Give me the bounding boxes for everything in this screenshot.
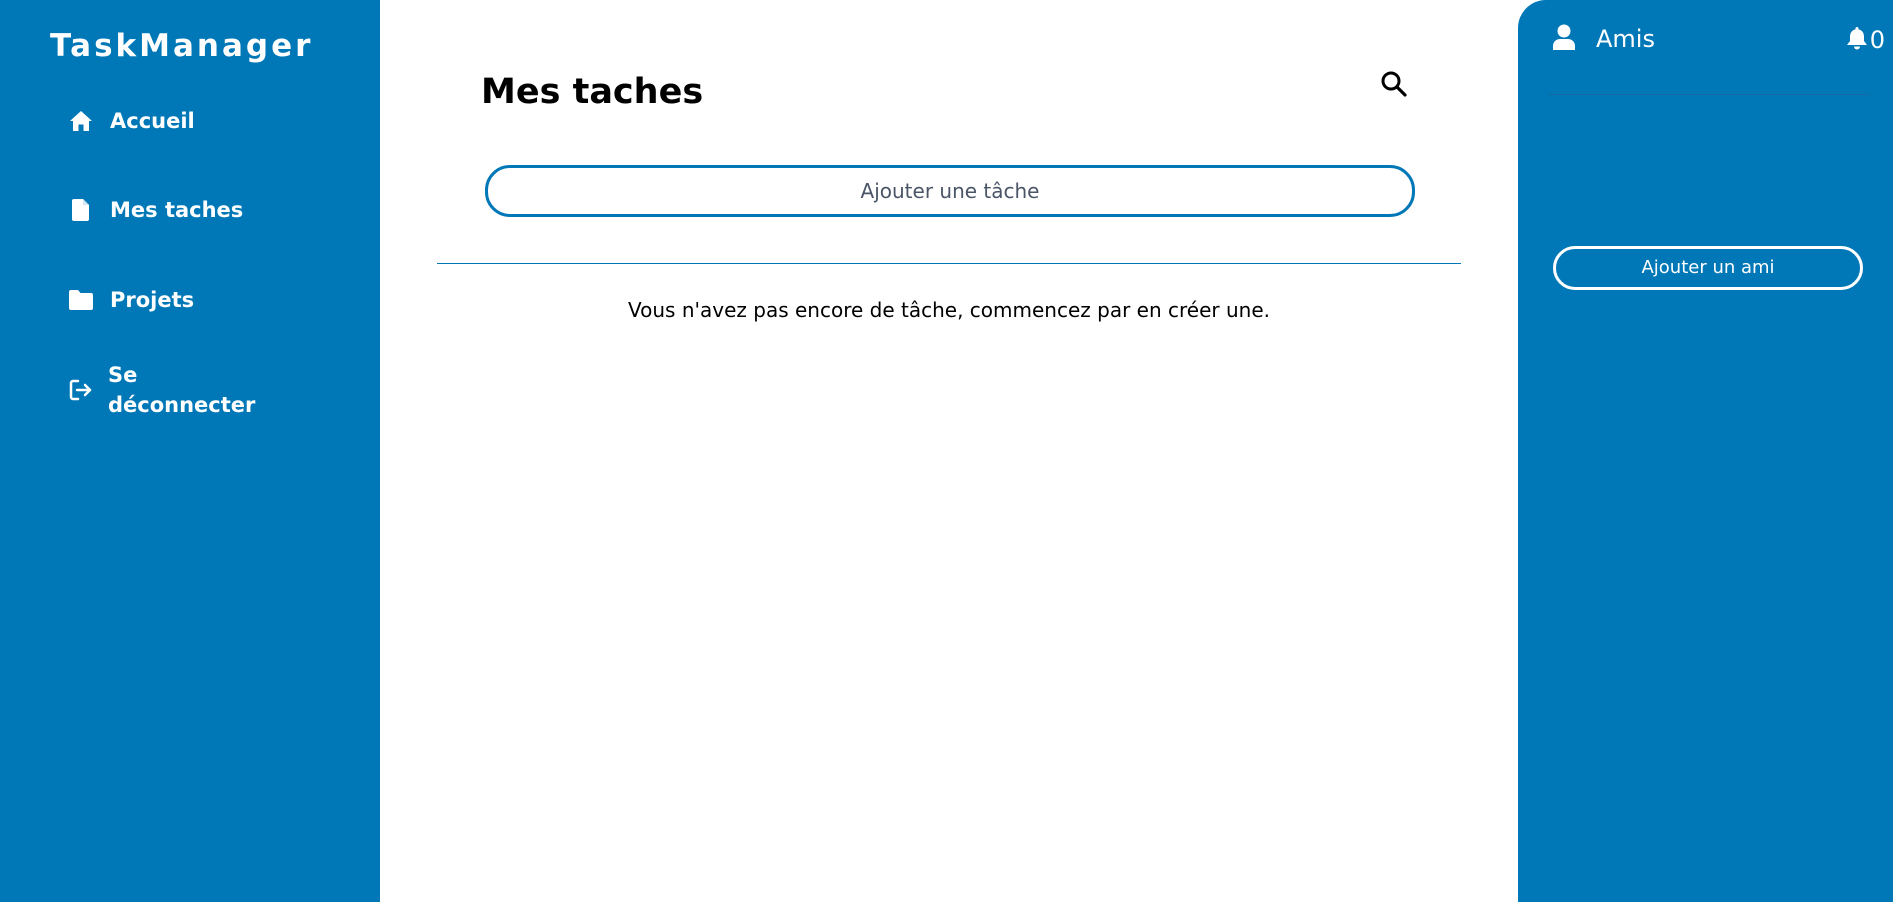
- search-button[interactable]: [1378, 70, 1410, 102]
- file-icon: [68, 197, 94, 223]
- add-task-button[interactable]: Ajouter une tâche: [485, 165, 1415, 217]
- page-title: Mes taches: [481, 72, 704, 112]
- sidebar-item-label: Projets: [110, 288, 195, 312]
- sidebar-item-mes-taches[interactable]: Mes taches: [68, 195, 243, 225]
- sidebar-item-label: Mes taches: [110, 198, 244, 222]
- user-icon: [1552, 24, 1576, 54]
- panel-divider: [1548, 94, 1870, 95]
- notifications-button[interactable]: 0: [1846, 26, 1885, 54]
- sidebar-item-accueil[interactable]: Accueil: [68, 106, 195, 136]
- divider: [437, 263, 1461, 264]
- sidebar: TaskManager Accueil Mes taches Projets S…: [0, 0, 380, 902]
- add-friend-button[interactable]: Ajouter un ami: [1553, 246, 1863, 290]
- sidebar-item-projets[interactable]: Projets: [68, 285, 194, 315]
- empty-state-message: Vous n'avez pas encore de tâche, commenc…: [628, 298, 1270, 322]
- friends-panel: Amis 0 Ajouter un ami: [1518, 0, 1893, 902]
- folder-icon: [68, 287, 94, 313]
- brand-logo[interactable]: TaskManager: [50, 28, 313, 64]
- home-icon: [68, 108, 94, 134]
- friends-title: Amis: [1596, 25, 1655, 53]
- notification-count: 0: [1869, 26, 1885, 54]
- sidebar-item-label: Se déconnecter: [108, 363, 256, 417]
- sidebar-item-label: Accueil: [110, 109, 195, 133]
- bell-icon: [1846, 26, 1868, 54]
- app-root: TaskManager Accueil Mes taches Projets S…: [0, 0, 1893, 902]
- search-icon: [1380, 70, 1408, 102]
- main-content: Mes taches Ajouter une tâche Vous n'avez…: [380, 0, 1518, 902]
- logout-icon: [68, 377, 94, 403]
- sidebar-item-se-deconnecter[interactable]: Se déconnecter: [68, 360, 258, 420]
- friends-header: Amis: [1552, 24, 1655, 54]
